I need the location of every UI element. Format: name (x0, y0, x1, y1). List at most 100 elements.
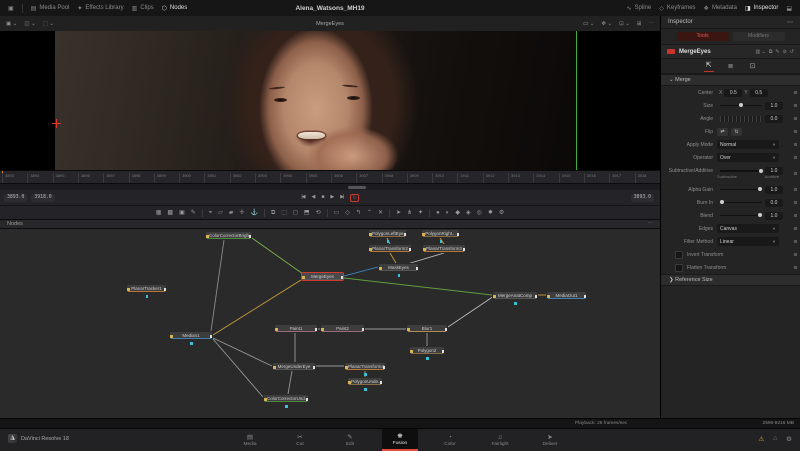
media-out-tool-icon[interactable]: ▣ (179, 210, 185, 216)
node-Median1[interactable]: Median1 (169, 331, 213, 340)
burn-in-field[interactable]: 0.0 (765, 199, 783, 207)
node-Polygon2[interactable]: Polygon2 (409, 346, 445, 355)
apply-mode-select[interactable]: Normal▼ (717, 140, 779, 149)
timeline-zoom-handle[interactable] (348, 186, 366, 189)
tab-modifiers[interactable]: Modifiers (733, 32, 785, 41)
time-tool-icon[interactable]: ⟲ (316, 210, 321, 216)
play-button[interactable]: ▶ (330, 194, 333, 202)
node-output[interactable] (341, 276, 344, 279)
merge-tab-icon[interactable]: ⇱ (704, 60, 714, 72)
cc-tool-icon[interactable]: ◐ (446, 210, 450, 216)
mask-input-dot[interactable] (398, 274, 401, 277)
corner-pin-tool-icon[interactable]: ▰ (229, 210, 234, 216)
media-in-tool-icon[interactable]: ▩ (167, 210, 173, 216)
time-ruler[interactable]: 3893389438953896389738983899390039013902… (0, 170, 660, 184)
mask-input-dot[interactable] (190, 342, 193, 345)
node-output[interactable] (445, 328, 448, 331)
user-icon[interactable]: ⌂ (773, 435, 777, 443)
keyframes-button[interactable]: ◇Keyframes (659, 5, 695, 12)
inspector-menu[interactable]: ⋯ (787, 19, 793, 26)
alpha-gain-slider[interactable] (720, 189, 762, 191)
node-output[interactable] (535, 295, 538, 298)
node-input[interactable] (345, 366, 348, 369)
size-field[interactable]: 1.0 (765, 102, 783, 110)
mask-ellipse-tool-icon[interactable]: ◻ (293, 210, 298, 216)
anchor-tool-icon[interactable]: ⚓ (250, 210, 257, 216)
flip-horizontal-button[interactable]: ⇄ (717, 128, 728, 136)
node-output[interactable] (442, 350, 445, 353)
node-output[interactable] (383, 366, 386, 369)
node-output[interactable] (249, 235, 252, 238)
node-input[interactable] (369, 248, 372, 251)
mask-input-dot[interactable] (364, 373, 367, 376)
alpha-gain-field[interactable]: 1.0 (765, 186, 783, 194)
node-input[interactable] (321, 328, 324, 331)
viewer[interactable] (0, 31, 660, 170)
copy-icon[interactable]: ⧉ (769, 49, 773, 55)
node-input[interactable] (410, 350, 413, 353)
node-output[interactable] (362, 328, 365, 331)
node-graph[interactable]: ColorCorrectorBrigh...PlanarTracker1Merg… (0, 229, 660, 418)
node-PlanarTransform3[interactable]: PlanarTransform3 (422, 244, 466, 253)
node-output[interactable] (463, 248, 466, 251)
node-output[interactable] (409, 248, 412, 251)
settings-tool-icon[interactable]: ⚙ (499, 210, 504, 216)
node-PolygonLeftEye[interactable]: PolygonLeftEye (368, 229, 407, 238)
node-PolygonUnderEye[interactable]: PolygonUnde... (347, 377, 383, 386)
planar-tracker-tool-icon[interactable]: ▱ (218, 210, 223, 216)
center-x-field[interactable]: 0.5 (724, 89, 742, 97)
inspector-button[interactable]: ◨Inspector (745, 5, 778, 12)
blend-slider[interactable] (720, 215, 762, 217)
flip-vertical-button[interactable]: ⇅ (731, 128, 742, 136)
delete-tool-icon[interactable]: ✕ (378, 210, 383, 216)
node-MergeAnatComp[interactable]: MergeAnatComp (492, 291, 538, 300)
select-tool-icon[interactable]: ▦ (156, 210, 162, 216)
rect-node-tool-icon[interactable]: ▭ (334, 210, 340, 216)
color-tool-icon[interactable]: ● (436, 210, 440, 216)
node-output[interactable] (306, 398, 309, 401)
stop-button[interactable]: ■ (321, 194, 323, 202)
page-color[interactable]: ◔Color (432, 429, 468, 451)
merge-section-header[interactable]: ⌄ Merge (661, 74, 800, 86)
page-deliver[interactable]: ➤Deliver (532, 429, 568, 451)
node-input[interactable] (170, 335, 173, 338)
node-output[interactable] (416, 267, 419, 270)
reference-size-section-header[interactable]: ❯ Reference Size (661, 274, 800, 286)
layers-tab-icon[interactable]: ≣ (726, 61, 736, 72)
size-slider[interactable] (720, 105, 762, 107)
tracker-tool-icon[interactable]: ⌖ (209, 210, 212, 216)
node-input[interactable] (493, 295, 496, 298)
mask-input-dot[interactable] (364, 388, 367, 391)
matte-tool-icon[interactable]: ⬒ (304, 210, 310, 216)
nodes-panel-menu[interactable]: ⋯ (648, 221, 654, 227)
burn-in-slider[interactable] (720, 202, 762, 204)
operator-select[interactable]: Over▼ (717, 153, 779, 162)
filter-method-select[interactable]: Linear▼ (717, 237, 779, 246)
node-output[interactable] (210, 335, 213, 338)
node-input[interactable] (127, 288, 130, 291)
page-fusion[interactable]: ❋Fusion (382, 429, 418, 451)
lock-icon[interactable]: ⊘ (783, 49, 787, 55)
keyer-tool-icon[interactable]: ◆ (455, 210, 460, 216)
node-enable-toggle[interactable] (667, 49, 675, 54)
settings-icon[interactable]: ⚙ (786, 435, 792, 443)
current-frame-field[interactable]: 3893.0 (631, 194, 654, 202)
node-output[interactable] (457, 233, 460, 236)
node-input[interactable] (302, 276, 305, 279)
mask-input-dot[interactable] (440, 240, 443, 243)
node-input[interactable] (273, 366, 276, 369)
page-cut[interactable]: ✂Cut (282, 429, 318, 451)
edges-select[interactable]: Canvas▼ (717, 224, 779, 233)
play-tool-icon[interactable]: ➤ (396, 210, 401, 216)
node-input[interactable] (369, 233, 372, 236)
glow-tool-icon[interactable]: ◈ (466, 210, 471, 216)
warning-icon[interactable]: ⚠ (758, 435, 764, 443)
bspline-tool-icon[interactable]: ↰ (356, 210, 361, 216)
fork-tool-icon[interactable]: ⋔ (407, 210, 412, 216)
node-input[interactable] (379, 267, 382, 270)
node-MaskEyes[interactable]: MaskEyes (378, 263, 419, 272)
node-input[interactable] (206, 235, 209, 238)
tab-tools[interactable]: Tools (677, 32, 729, 41)
node-PlanarTransform4[interactable]: PlanarTransform4 (344, 362, 386, 371)
node-input[interactable] (423, 248, 426, 251)
